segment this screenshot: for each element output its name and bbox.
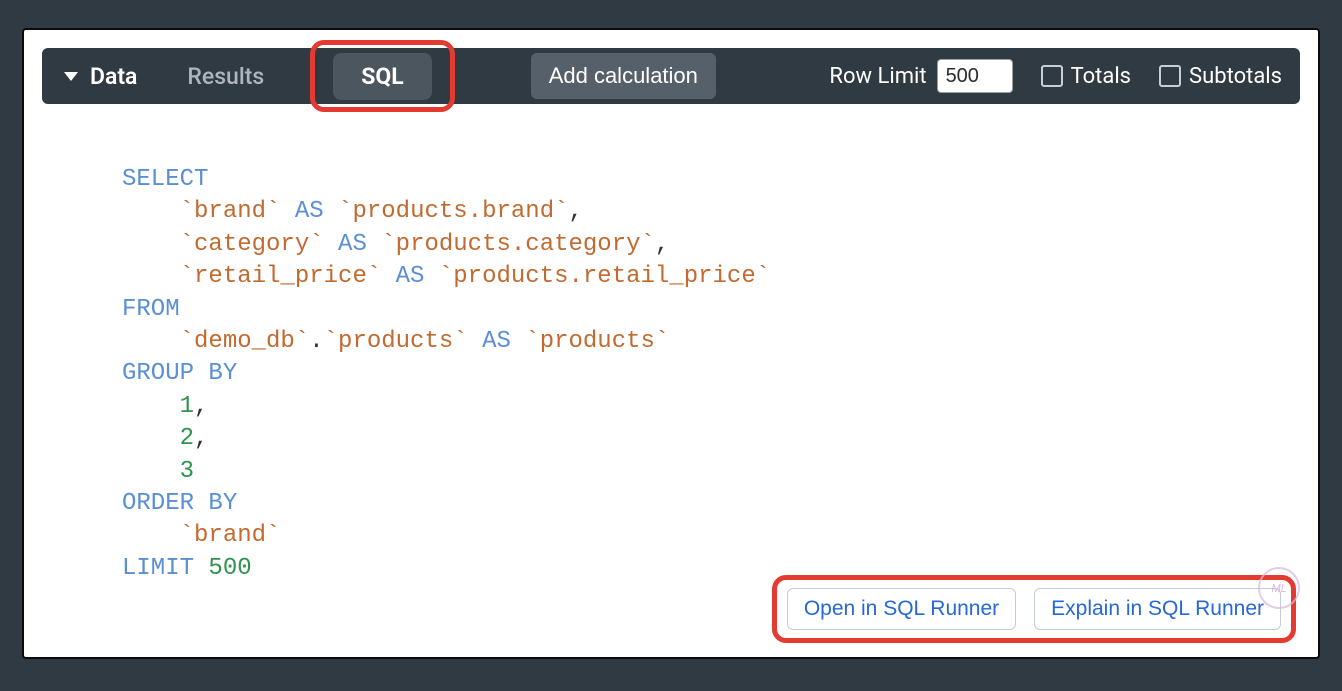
sql-token: SELECT: [122, 166, 208, 193]
sql-token: `demo_db`: [180, 328, 310, 355]
sql-token: 1: [180, 393, 194, 420]
sql-token: `products.retail_price`: [439, 263, 770, 290]
sql-token: FROM: [122, 296, 180, 323]
data-section-toggle[interactable]: Data: [64, 63, 137, 90]
sql-code[interactable]: SELECT `brand` AS `products.brand`, `cat…: [122, 164, 1318, 585]
sql-token: `products.category`: [381, 231, 655, 258]
checkbox-icon: [1041, 65, 1063, 87]
data-toolbar: Data Results SQL Add calculation Row Lim…: [42, 48, 1300, 104]
tab-results[interactable]: Results: [173, 57, 278, 96]
totals-checkbox-group[interactable]: Totals: [1041, 64, 1131, 89]
sql-token: `brand`: [180, 522, 281, 549]
sql-area: SELECT `brand` AS `products.brand`, `cat…: [24, 104, 1318, 657]
sql-token: ORDER BY: [122, 490, 237, 517]
subtotals-label: Subtotals: [1189, 64, 1282, 89]
open-in-sql-runner-button[interactable]: Open in SQL Runner: [787, 588, 1016, 630]
sql-token: `products.brand`: [338, 198, 568, 225]
explain-in-sql-runner-button[interactable]: Explain in SQL Runner: [1034, 588, 1281, 630]
sql-token: ,: [569, 198, 583, 225]
sql-token: GROUP BY: [122, 360, 237, 387]
add-calculation-button[interactable]: Add calculation: [531, 53, 716, 99]
sql-token: `products`: [324, 328, 468, 355]
caret-down-icon: [64, 72, 78, 81]
sql-token: `brand`: [180, 198, 281, 225]
sql-token: AS: [396, 263, 425, 290]
explore-panel: Data Results SQL Add calculation Row Lim…: [22, 28, 1320, 659]
sql-token: 2: [180, 425, 194, 452]
row-limit-group: Row Limit: [829, 59, 1012, 93]
sql-token: 500: [208, 555, 251, 582]
highlight-sql-tab: SQL: [310, 40, 454, 112]
sql-token: ,: [655, 231, 669, 258]
sql-token: AS: [338, 231, 367, 258]
totals-label: Totals: [1071, 64, 1131, 89]
subtotals-checkbox-group[interactable]: Subtotals: [1159, 64, 1282, 89]
sql-token: ,: [194, 425, 208, 452]
row-limit-label: Row Limit: [829, 64, 926, 89]
row-limit-input[interactable]: [937, 59, 1013, 93]
highlight-runner-buttons: Open in SQL Runner Explain in SQL Runner: [772, 575, 1296, 643]
sql-token: ,: [194, 393, 208, 420]
sql-token: .: [309, 328, 323, 355]
sql-token: AS: [295, 198, 324, 225]
data-label: Data: [90, 63, 137, 90]
checkbox-icon: [1159, 65, 1181, 87]
sql-token: `category`: [180, 231, 324, 258]
sql-token: `retail_price`: [180, 263, 382, 290]
sql-token: AS: [482, 328, 511, 355]
sql-token: `products`: [525, 328, 669, 355]
sql-token: LIMIT: [122, 555, 194, 582]
tab-sql[interactable]: SQL: [333, 53, 431, 100]
toolbar-left: Data Results SQL Add calculation: [64, 42, 716, 110]
sql-token: 3: [180, 458, 194, 485]
